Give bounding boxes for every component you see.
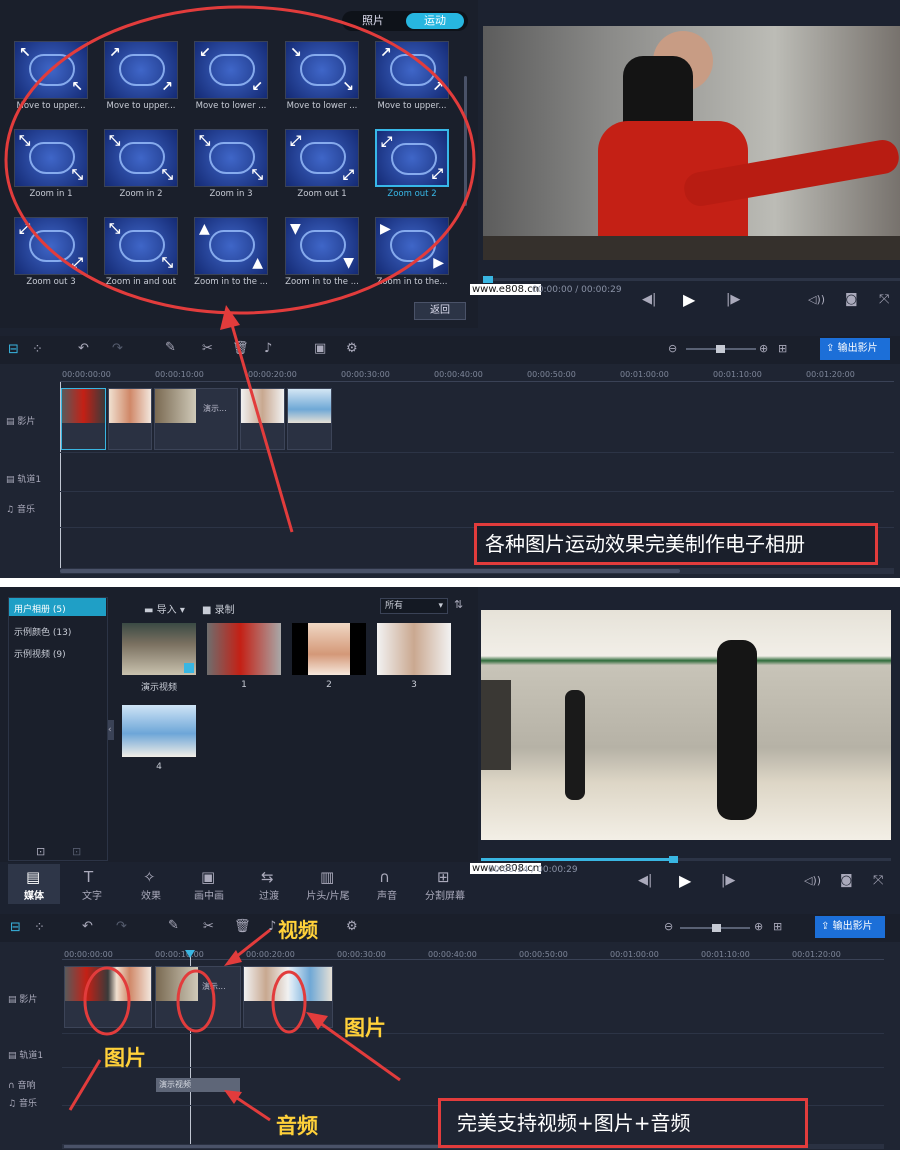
annotation-arrow-head <box>224 1090 242 1104</box>
annotation-audio: 音频 <box>276 1114 318 1138</box>
annotation-ellipse <box>83 966 131 1036</box>
annotation-overlay <box>68 928 401 1122</box>
annotation-video: 视频 <box>278 918 318 942</box>
annotation-arrow-line <box>68 1059 102 1111</box>
annotation-ellipse <box>271 970 307 1034</box>
annotation-image-left: 图片 <box>104 1046 146 1070</box>
caption-box: 完美支持视频+图片+音频 <box>438 1098 808 1148</box>
annotation-arrow-line <box>233 1094 271 1122</box>
annotation-image-right: 图片 <box>344 1016 386 1040</box>
annotation-ellipse <box>176 969 216 1033</box>
